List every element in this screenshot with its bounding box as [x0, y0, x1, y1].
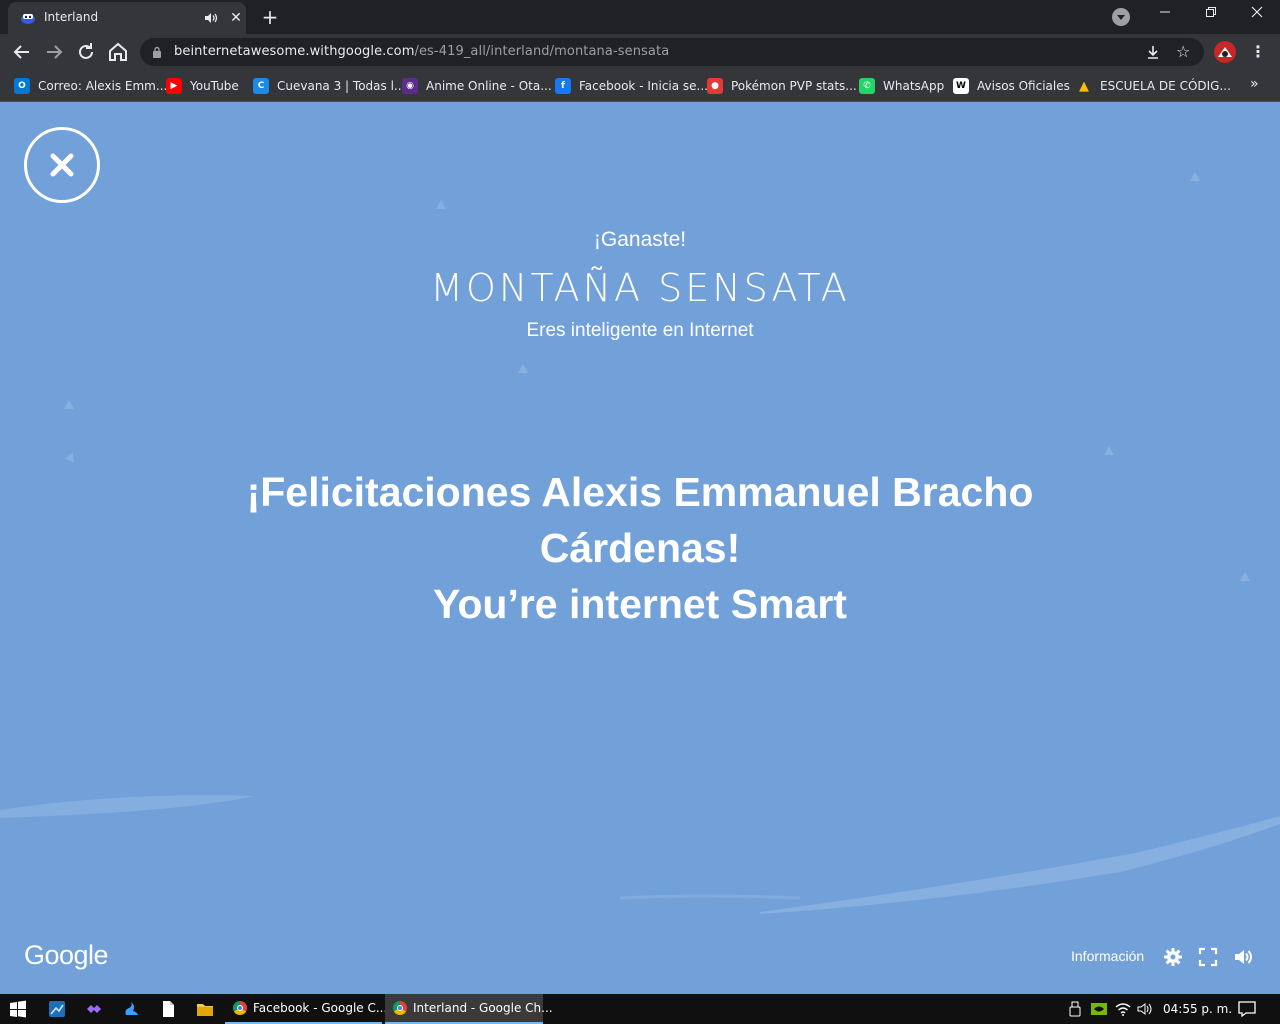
bookmark-label: Pokémon PVP stats... [731, 79, 857, 93]
swan-app-icon[interactable] [122, 1000, 140, 1018]
reload-icon[interactable] [74, 40, 98, 64]
file-explorer-icon[interactable] [196, 1000, 214, 1018]
avatar-icon [1214, 41, 1236, 63]
drive-icon: ▲ [1079, 78, 1089, 94]
nvidia-icon[interactable] [1090, 1000, 1108, 1018]
restore-button[interactable] [1188, 0, 1234, 30]
bookmark-item[interactable]: ✆ WhatsApp [859, 76, 944, 96]
bookmark-item[interactable]: ● Pokémon PVP stats... [707, 76, 857, 96]
bookmark-label: Correo: Alexis Emm... [38, 79, 168, 93]
taskbar-app-label: Interland - Google Ch... [413, 1001, 553, 1015]
close-icon [50, 153, 74, 177]
window-close-icon [1251, 6, 1263, 18]
bookmark-item[interactable]: ▶ YouTube [166, 76, 239, 96]
chrome-icon [393, 1001, 407, 1015]
cuevana-icon: C [253, 78, 269, 94]
congrats-message: ¡Felicitaciones Alexis Emmanuel Bracho C… [160, 464, 1120, 632]
star-icon[interactable]: ☆ [1176, 43, 1190, 61]
bookmark-item[interactable]: f Facebook - Inicia se... [555, 76, 708, 96]
tab-strip: Interland ✕ + [0, 0, 1280, 34]
system-clock[interactable]: 04:55 p. m. [1163, 1002, 1232, 1016]
map-app-icon[interactable] [48, 1000, 66, 1018]
bookmark-item[interactable]: ▲ ESCUELA DE CÓDIG... [1076, 76, 1231, 96]
minimize-icon [1160, 11, 1170, 13]
minimize-button[interactable] [1142, 0, 1188, 30]
chrome-icon [233, 1001, 247, 1015]
forward-icon[interactable] [42, 40, 66, 64]
wifi-icon[interactable] [1114, 1000, 1132, 1018]
audio-playing-icon[interactable] [204, 11, 218, 25]
bookmark-label: Avisos Oficiales [977, 79, 1070, 93]
pokeball-icon: ● [707, 78, 723, 94]
notepad-icon[interactable] [159, 1000, 177, 1018]
snow-flake [436, 200, 446, 209]
info-link[interactable]: Información [1071, 948, 1144, 964]
game-page: ¡Ganaste! MONTAÑA SENSATA Eres inteligen… [0, 102, 1280, 994]
congrats-line: You’re internet Smart [433, 581, 847, 627]
bookmark-label: Anime Online - Ota... [426, 79, 552, 93]
lock-icon[interactable] [152, 46, 162, 58]
restore-icon [1206, 7, 1216, 17]
snow-flake [64, 400, 74, 409]
fullscreen-icon[interactable] [1198, 947, 1218, 967]
taskbar-app-interland[interactable]: Interland - Google Ch... [385, 994, 553, 1024]
tab-title: Interland [44, 10, 99, 24]
back-icon[interactable] [10, 40, 34, 64]
bookmark-label: Facebook - Inicia se... [579, 79, 708, 93]
exit-game-button[interactable] [24, 127, 100, 203]
outlook-icon: O [14, 78, 30, 94]
bookmark-item[interactable]: C Cuevana 3 | Todas l... [253, 76, 405, 96]
menu-icon[interactable]: ⋮ [1250, 42, 1266, 62]
tab-interland[interactable]: Interland ✕ [8, 2, 246, 34]
bookmark-label: YouTube [190, 79, 239, 93]
wix-icon: W [953, 78, 969, 94]
world-subtitle: Eres inteligente en Internet [526, 320, 754, 341]
win-label: ¡Ganaste! [593, 228, 687, 251]
browser-toolbar: beinternetawesome.withgoogle.com/es-419_… [0, 34, 1280, 70]
taskbar-app-label: Facebook - Google C... [253, 1001, 388, 1015]
new-tab-button[interactable]: + [258, 6, 282, 30]
interland-favicon-icon [21, 14, 35, 24]
bookmark-label: ESCUELA DE CÓDIG... [1100, 79, 1231, 93]
congrats-line: Cárdenas! [539, 525, 741, 571]
window-close-button[interactable] [1234, 0, 1280, 30]
volume-icon[interactable] [1233, 947, 1253, 967]
notifications-icon[interactable] [1238, 1000, 1256, 1018]
url-text: beinternetawesome.withgoogle.com/es-419_… [174, 44, 669, 59]
settings-gear-icon[interactable] [1163, 947, 1183, 967]
facebook-icon: f [555, 78, 571, 94]
bookmark-label: Cuevana 3 | Todas l... [277, 79, 406, 93]
usb-device-icon[interactable] [1066, 1000, 1084, 1018]
snow-flake [1190, 172, 1200, 181]
bookmark-item[interactable]: ◉ Anime Online - Ota... [402, 76, 552, 96]
snow-flake [1240, 572, 1250, 581]
bookmark-item[interactable]: W Avisos Oficiales [953, 76, 1070, 96]
home-icon[interactable] [106, 40, 130, 64]
tab-close-icon[interactable]: ✕ [228, 10, 244, 26]
url-host: beinternetawesome.withgoogle.com [174, 44, 415, 59]
snow-flake [1104, 446, 1114, 455]
youtube-icon: ▶ [166, 78, 182, 94]
download-icon[interactable] [1146, 45, 1160, 59]
tab-search-icon[interactable] [1112, 8, 1130, 26]
windows-taskbar: Facebook - Google C... Interland - Googl… [0, 994, 1280, 1024]
snow-flake [518, 364, 528, 373]
address-bar[interactable]: beinternetawesome.withgoogle.com/es-419_… [140, 38, 1204, 66]
google-logo: Google [24, 940, 109, 970]
windows-start-icon[interactable] [9, 1000, 27, 1018]
speaker-icon[interactable] [1136, 1000, 1154, 1018]
world-title: MONTAÑA SENSATA [430, 266, 850, 310]
taskbar-app-facebook[interactable]: Facebook - Google C... [225, 994, 387, 1024]
bookmark-label: WhatsApp [883, 79, 945, 93]
whatsapp-icon: ✆ [859, 78, 875, 94]
url-path: /es-419_all/interland/montana-sensata [414, 44, 670, 59]
otaku-icon: ◉ [402, 78, 418, 94]
bookmarks-bar: O Correo: Alexis Emm... ▶ YouTube C Cuevana 3… [0, 70, 1280, 102]
game-controller-icon[interactable] [85, 1000, 103, 1018]
profile-avatar[interactable] [1214, 41, 1236, 63]
bookmarks-overflow-button[interactable]: » [1250, 76, 1259, 92]
congrats-line: ¡Felicitaciones Alexis Emmanuel Bracho [246, 469, 1034, 515]
bookmark-item[interactable]: O Correo: Alexis Emm... [14, 76, 167, 96]
